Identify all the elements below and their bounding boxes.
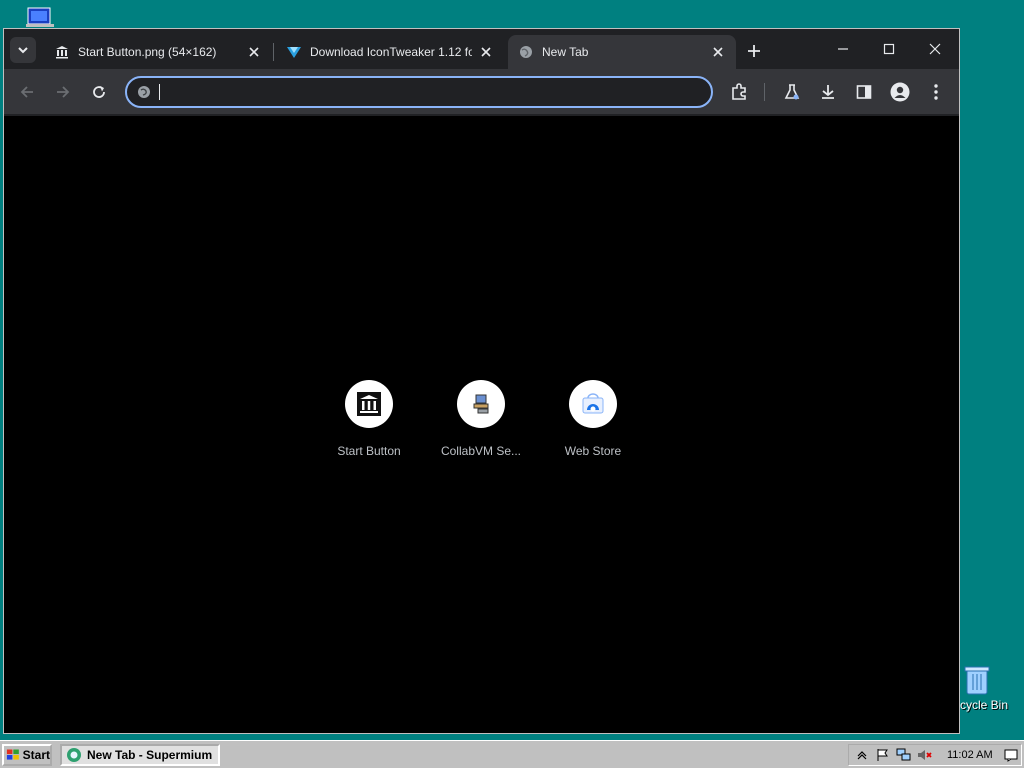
- flask-icon: [784, 84, 800, 100]
- forward-button[interactable]: [50, 79, 76, 105]
- arrow-left-icon: [20, 86, 33, 98]
- icontweaker-icon: [286, 44, 302, 60]
- flag-icon[interactable]: [875, 747, 891, 763]
- system-tray: 11:02 AM: [848, 744, 1022, 766]
- windows-logo-icon: [6, 749, 19, 760]
- globe-icon: [518, 44, 534, 60]
- shortcut-tile: [345, 380, 393, 428]
- volume-muted-icon[interactable]: [917, 747, 933, 763]
- notifications-icon[interactable]: [1003, 747, 1019, 763]
- computer-icon: [473, 394, 489, 414]
- shortcut-collabvm[interactable]: CollabVM Se...: [425, 380, 537, 458]
- tab-title: Download IconTweaker 1.12 for Windows: [310, 45, 472, 59]
- shortcut-tile: [457, 380, 505, 428]
- tab-title: New Tab: [542, 45, 589, 59]
- browser-toolbar: [4, 69, 959, 115]
- shortcut-label: CollabVM Se...: [440, 444, 522, 458]
- recycle-bin-label: cycle Bin: [960, 698, 1009, 712]
- close-icon[interactable]: [710, 44, 726, 60]
- avatar-icon: [890, 82, 910, 102]
- search-engine-icon: [138, 86, 150, 98]
- chevron-down-icon: [18, 47, 28, 54]
- download-icon: [822, 85, 834, 99]
- reload-button[interactable]: [86, 79, 112, 105]
- start-label: Start: [22, 748, 50, 762]
- supermium-icon: [67, 748, 81, 762]
- toolbar-separator: [764, 83, 765, 101]
- minimize-icon: [838, 48, 848, 50]
- close-icon[interactable]: [246, 44, 262, 60]
- plus-icon: [748, 45, 760, 57]
- web-store-icon: [582, 393, 604, 414]
- minimize-button[interactable]: [823, 35, 863, 63]
- side-panel-icon: [856, 85, 872, 99]
- close-icon[interactable]: [478, 44, 494, 60]
- labs-button[interactable]: [779, 79, 805, 105]
- tab-separator: [273, 43, 274, 61]
- address-input[interactable]: [170, 84, 711, 100]
- recycle-bin[interactable]: cycle Bin: [958, 662, 1024, 714]
- shortcut-label: Web Store: [564, 444, 622, 458]
- new-tab-page: Start Button CollabVM Se... Web Store: [4, 116, 959, 733]
- arrow-right-icon: [57, 86, 70, 98]
- taskbar: Start New Tab - Supermium 11:02 AM: [0, 740, 1024, 768]
- desktop-computer-icon[interactable]: [24, 6, 56, 28]
- new-tab-button[interactable]: [742, 39, 766, 63]
- tab-title: Start Button.png (54×162): [78, 45, 217, 59]
- shortcut-start-button[interactable]: Start Button: [313, 380, 425, 458]
- side-panel-button[interactable]: [851, 79, 877, 105]
- network-icon[interactable]: [896, 747, 912, 763]
- tab-search-button[interactable]: [10, 37, 36, 63]
- tab-strip: Start Button.png (54×162) Download IconT…: [4, 29, 959, 69]
- back-button[interactable]: [14, 79, 40, 105]
- address-bar[interactable]: [125, 76, 713, 108]
- shortcut-label: Start Button: [337, 444, 401, 458]
- chevron-up-icon[interactable]: [854, 747, 870, 763]
- tab-icontweaker[interactable]: Download IconTweaker 1.12 for Windows: [276, 35, 504, 69]
- start-button[interactable]: Start: [2, 744, 52, 766]
- extensions-button[interactable]: [726, 79, 752, 105]
- maximize-button[interactable]: [869, 35, 909, 63]
- clock: 11:02 AM: [947, 749, 993, 761]
- browser-window: Start Button.png (54×162) Download IconT…: [3, 28, 960, 734]
- tab-new-tab[interactable]: New Tab: [508, 35, 736, 69]
- kebab-menu-icon: [934, 84, 938, 100]
- taskbar-item-label: New Tab - Supermium: [87, 748, 213, 762]
- building-icon: [54, 44, 70, 60]
- reload-icon: [93, 86, 105, 98]
- downloads-button[interactable]: [815, 79, 841, 105]
- tab-start-button-png[interactable]: Start Button.png (54×162): [44, 35, 272, 69]
- taskbar-item-new-tab[interactable]: New Tab - Supermium: [60, 744, 220, 766]
- menu-button[interactable]: [923, 79, 949, 105]
- puzzle-icon: [732, 83, 746, 100]
- maximize-icon: [883, 43, 895, 55]
- close-window-button[interactable]: [915, 35, 955, 63]
- shortcut-tile: [569, 380, 617, 428]
- shortcut-web-store[interactable]: Web Store: [537, 380, 649, 458]
- building-icon: [357, 392, 381, 416]
- text-caret: [159, 84, 160, 100]
- recycle-bin-icon: [964, 666, 990, 695]
- close-icon: [929, 43, 941, 55]
- profile-button[interactable]: [887, 79, 913, 105]
